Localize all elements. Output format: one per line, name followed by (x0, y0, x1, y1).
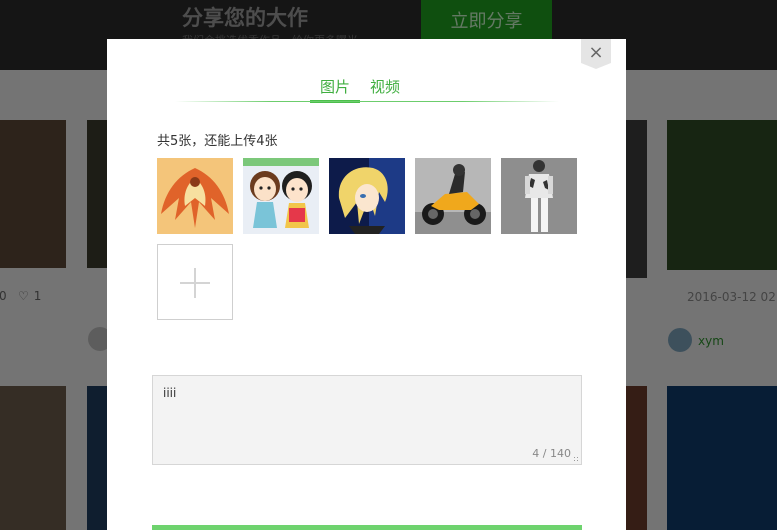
tab-videos[interactable]: 视频 (360, 75, 410, 103)
anime-blonde-image[interactable] (329, 158, 405, 234)
char-counter: 4 / 140 (532, 447, 571, 460)
tab-divider (175, 101, 559, 102)
fashion-model-image[interactable] (501, 158, 577, 234)
cartoon-girls-image[interactable] (243, 158, 319, 234)
resize-handle[interactable] (573, 456, 579, 462)
submit-button[interactable] (152, 525, 582, 530)
plus-icon-vertical[interactable] (194, 268, 196, 298)
media-tabs: 图片 视频 (310, 75, 430, 103)
upload-modal: × 图片 视频 共5张，还能上传4张 iiii 4 / 140 (107, 39, 626, 530)
description-box: iiii 4 / 140 (152, 375, 582, 465)
add-image-button[interactable] (157, 244, 233, 320)
upload-count-text: 共5张，还能上传4张 (157, 134, 278, 149)
close-button[interactable]: × (581, 39, 611, 69)
close-icon[interactable]: × (588, 44, 603, 62)
tab-images[interactable]: 图片 (310, 75, 361, 103)
motorcycle-rider-image[interactable] (415, 158, 491, 234)
description-input[interactable]: iiii (153, 376, 581, 464)
phoenix-warrior-image[interactable] (157, 158, 233, 234)
